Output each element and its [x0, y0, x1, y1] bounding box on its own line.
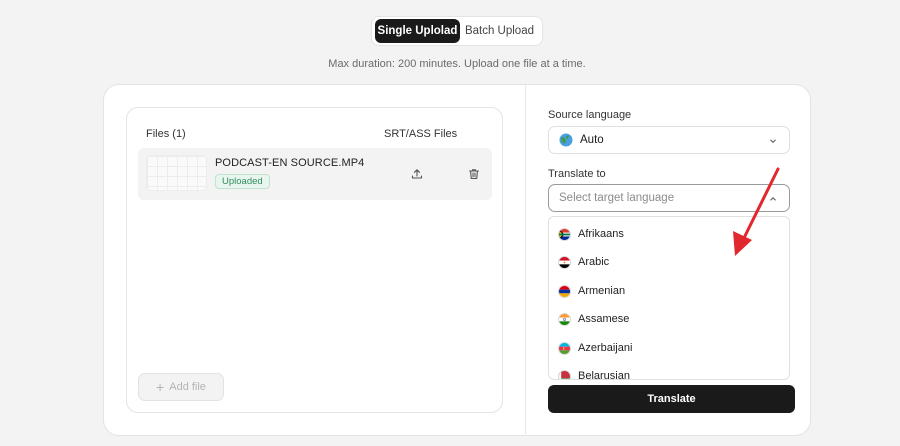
source-language-label: Source language [548, 109, 632, 121]
add-file-label: Add file [169, 381, 206, 393]
egypt-flag-icon [558, 255, 571, 269]
chevron-up-icon [770, 197, 776, 201]
india-flag-icon [558, 312, 571, 326]
upload-srt-button[interactable] [410, 167, 424, 181]
belarus-flag-icon [558, 369, 571, 379]
files-header: Files (1) [146, 128, 186, 140]
file-name: PODCAST-EN SOURCE.MP4 [215, 157, 365, 169]
language-option-armenian[interactable]: Armenian [558, 281, 625, 301]
target-language-placeholder: Select target language [559, 192, 675, 204]
armenia-flag-icon [558, 284, 571, 298]
language-option-afrikaans[interactable]: Afrikaans [558, 224, 624, 244]
status-badge: Uploaded [215, 174, 270, 189]
source-language-select[interactable]: Auto [548, 126, 790, 154]
main-card: Files (1) SRT/ASS Files PODCAST-EN SOURC… [103, 84, 811, 436]
language-name: Assamese [578, 313, 630, 325]
panel-divider [525, 85, 526, 436]
target-language-select[interactable]: Select target language [548, 184, 790, 212]
duration-note: Max duration: 200 minutes. Upload one fi… [328, 58, 586, 70]
plus-icon: + [156, 379, 165, 395]
file-row: PODCAST-EN SOURCE.MP4 Uploaded [138, 148, 492, 200]
single-upload-tab[interactable]: Single Uplolad [375, 19, 460, 43]
language-name: Belarusian [578, 370, 630, 380]
language-option-arabic[interactable]: Arabic [558, 252, 609, 272]
globe-icon [559, 133, 573, 147]
upload-icon [411, 169, 423, 179]
language-name: Arabic [578, 256, 610, 268]
upload-mode-toggle: Single Uplolad Batch Upload [371, 16, 543, 46]
language-name: Azerbaijani [578, 342, 633, 354]
files-panel: Files (1) SRT/ASS Files PODCAST-EN SOURC… [126, 107, 503, 413]
language-option-assamese[interactable]: Assamese [558, 309, 629, 329]
translate-button[interactable]: Translate [548, 385, 795, 413]
south-africa-flag-icon [558, 227, 571, 241]
language-name: Armenian [578, 285, 626, 297]
translate-to-label: Translate to [548, 168, 606, 180]
language-option-azerbaijani[interactable]: Azerbaijani [558, 338, 632, 358]
language-option-belarusian[interactable]: Belarusian [558, 366, 630, 380]
srt-files-header: SRT/ASS Files [384, 128, 458, 140]
add-file-button[interactable]: + Add file [138, 373, 224, 401]
delete-file-button[interactable] [467, 167, 481, 181]
trash-icon [468, 169, 480, 179]
chevron-down-icon [770, 139, 776, 144]
azerbaijan-flag-icon [558, 341, 571, 355]
batch-upload-tab[interactable]: Batch Upload [460, 19, 539, 43]
source-language-value: Auto [580, 134, 604, 146]
target-language-dropdown: Afrikaans Arabic Armenian Assamese Azerb… [548, 216, 790, 380]
language-name: Afrikaans [578, 228, 624, 240]
file-thumbnail [146, 155, 207, 191]
